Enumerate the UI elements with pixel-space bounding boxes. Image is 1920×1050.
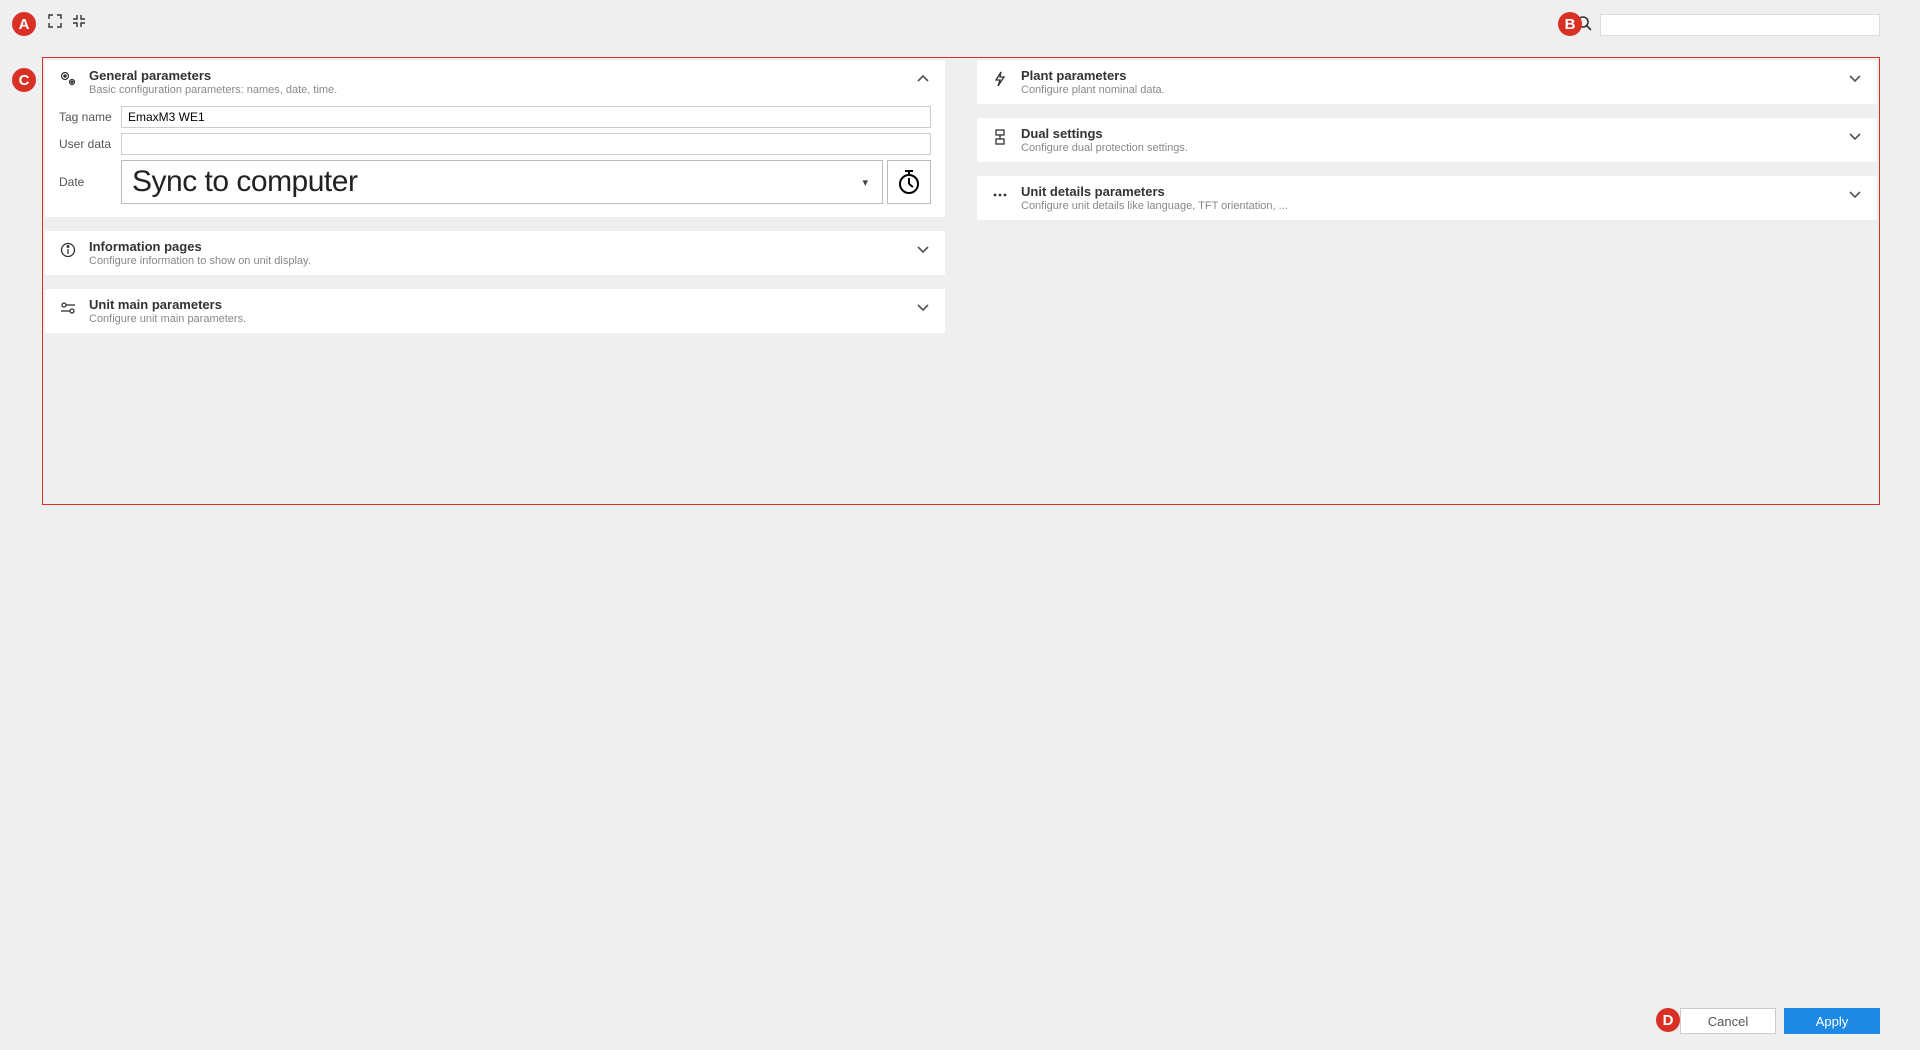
toolbar [48,14,86,28]
user-data-input[interactable] [121,133,931,155]
chevron-down-icon[interactable] [1847,126,1863,146]
panel-title: Dual settings [1021,126,1835,141]
panel-body-general: Tag name User data Date Sync to computer… [59,106,931,204]
apply-button[interactable]: Apply [1784,1008,1880,1034]
dropdown-arrow-icon[interactable]: ▾ [858,176,872,189]
panel-header-dual[interactable]: Dual settings Configure dual protection … [991,126,1863,154]
collapse-icon[interactable] [72,14,86,28]
panel-title: General parameters [89,68,903,83]
tag-name-input[interactable] [121,106,931,128]
panel-unit-details: Unit details parameters Configure unit d… [977,176,1877,220]
search-input[interactable] [1600,14,1880,36]
chevron-down-icon[interactable] [915,297,931,317]
panel-title: Unit details parameters [1021,184,1835,199]
user-data-label: User data [59,137,121,151]
sliders-icon [59,299,77,317]
panel-header-unit-main[interactable]: Unit main parameters Configure unit main… [59,297,931,325]
panel-general-parameters: General parameters Basic configuration p… [45,60,945,217]
main-content: General parameters Basic configuration p… [42,57,1880,505]
annotation-c: C [12,68,36,92]
search-area [1576,14,1880,36]
annotation-b: B [1558,12,1582,36]
panel-header-general[interactable]: General parameters Basic configuration p… [59,68,931,96]
panel-header-plant[interactable]: Plant parameters Configure plant nominal… [991,68,1863,96]
gear-icon [59,70,77,88]
panel-unit-main-parameters: Unit main parameters Configure unit main… [45,289,945,333]
panel-title: Information pages [89,239,903,254]
panel-subtitle: Configure unit main parameters. [89,313,903,325]
ellipsis-icon [991,186,1009,204]
panel-plant-parameters: Plant parameters Configure plant nominal… [977,60,1877,104]
chevron-up-icon[interactable] [915,68,931,88]
annotation-d: D [1656,1008,1680,1032]
chevron-down-icon[interactable] [1847,68,1863,88]
expand-icon[interactable] [48,14,62,28]
cancel-button[interactable]: Cancel [1680,1008,1776,1034]
date-label: Date [59,175,121,189]
panel-subtitle: Basic configuration parameters: names, d… [89,84,903,96]
sync-time-button[interactable] [887,160,931,204]
chevron-down-icon[interactable] [1847,184,1863,204]
panel-title: Plant parameters [1021,68,1835,83]
panel-subtitle: Configure unit details like language, TF… [1021,200,1835,212]
right-column: Plant parameters Configure plant nominal… [977,60,1877,502]
panel-information-pages: Information pages Configure information … [45,231,945,275]
dual-icon [991,128,1009,146]
panel-dual-settings: Dual settings Configure dual protection … [977,118,1877,162]
date-select[interactable]: Sync to computer ▾ [121,160,883,204]
chevron-down-icon[interactable] [915,239,931,259]
date-select-value: Sync to computer [132,165,858,199]
panel-header-info-pages[interactable]: Information pages Configure information … [59,239,931,267]
panel-title: Unit main parameters [89,297,903,312]
left-column: General parameters Basic configuration p… [45,60,945,502]
footer-actions: Cancel Apply [1680,1008,1880,1034]
bolt-icon [991,70,1009,88]
panel-header-unit-details[interactable]: Unit details parameters Configure unit d… [991,184,1863,212]
tag-name-label: Tag name [59,110,121,124]
panel-subtitle: Configure plant nominal data. [1021,84,1835,96]
info-icon [59,241,77,259]
panel-subtitle: Configure information to show on unit di… [89,255,903,267]
annotation-a: A [12,12,36,36]
panel-subtitle: Configure dual protection settings. [1021,142,1835,154]
